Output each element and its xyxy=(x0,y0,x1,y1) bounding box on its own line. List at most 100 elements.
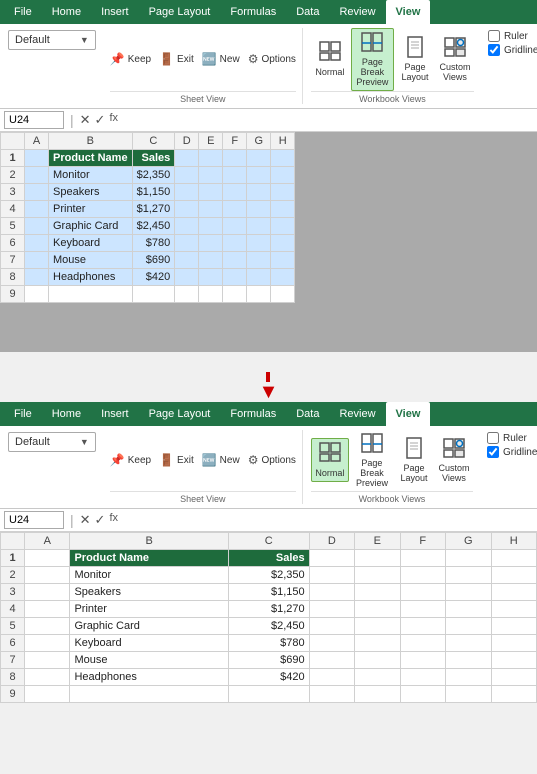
gridlines-checkbox[interactable] xyxy=(488,44,500,56)
bottom-row-6-b[interactable]: Keyboard xyxy=(70,634,228,651)
ruler-checkbox[interactable] xyxy=(488,30,500,42)
row-6-b[interactable]: Keyboard xyxy=(49,234,133,251)
bottom-tab-file[interactable]: File xyxy=(4,402,42,426)
bottom-sv-exit[interactable]: 🚪 Exit xyxy=(159,453,194,467)
bottom-sv-new[interactable]: 🆕 New xyxy=(202,453,240,467)
bottom-row-5-b[interactable]: Graphic Card xyxy=(70,617,228,634)
gridlines-checkbox-row[interactable]: Gridlines xyxy=(488,44,537,56)
row-4-f xyxy=(223,200,247,217)
bottom-row-5-h xyxy=(491,617,537,634)
ruler-checkbox-row[interactable]: Ruler xyxy=(488,30,537,42)
page-layout-view-btn[interactable]: PageLayout xyxy=(396,34,434,85)
sheet-view-dropdown[interactable]: Default ▼ xyxy=(8,30,96,50)
row-3-c[interactable]: $1,150 xyxy=(132,183,175,200)
custom-views-btn[interactable]: CustomViews xyxy=(436,34,474,85)
row-8-b[interactable]: Headphones xyxy=(49,268,133,285)
page-break-view-btn[interactable]: Page BreakPreview xyxy=(351,28,394,91)
bottom-gridlines-label: Gridlines xyxy=(503,447,537,458)
tab-view[interactable]: View xyxy=(386,0,431,24)
bottom-row-2-c[interactable]: $2,350 xyxy=(228,566,309,583)
row-6-c[interactable]: $780 xyxy=(132,234,175,251)
bottom-workbook-views-group: Normal Page BreakPreview xyxy=(311,430,473,504)
bottom-tab-view[interactable]: View xyxy=(386,402,431,426)
row-4-c[interactable]: $1,270 xyxy=(132,200,175,217)
sv-options[interactable]: ⚙ Options xyxy=(248,52,296,66)
row-5-b[interactable]: Graphic Card xyxy=(49,217,133,234)
bottom-row-1-b[interactable]: Product Name xyxy=(70,549,228,566)
row-2-b[interactable]: Monitor xyxy=(49,166,133,183)
top-formula-input[interactable] xyxy=(122,112,533,128)
row-7-b[interactable]: Mouse xyxy=(49,251,133,268)
tab-data[interactable]: Data xyxy=(286,0,329,24)
insert-function-icon[interactable]: fx xyxy=(109,112,118,128)
top-name-box[interactable] xyxy=(4,111,64,129)
bottom-row-8-b[interactable]: Headphones xyxy=(70,668,228,685)
bottom-gridlines-checkbox-row[interactable]: Gridlines xyxy=(487,446,537,458)
bottom-row-5-c[interactable]: $2,450 xyxy=(228,617,309,634)
bottom-confirm-formula-icon[interactable]: ✓ xyxy=(95,512,106,528)
bottom-cancel-formula-icon[interactable]: ✕ xyxy=(80,512,91,528)
tab-insert[interactable]: Insert xyxy=(91,0,139,24)
bottom-row-1-num: 1 xyxy=(1,549,25,566)
bottom-spreadsheet-area: A B C D E F G H 1 Product Name Sales xyxy=(0,532,537,703)
bottom-tab-data[interactable]: Data xyxy=(286,402,329,426)
row-4-b[interactable]: Printer xyxy=(49,200,133,217)
table-row: 3 Speakers $1,150 xyxy=(1,183,295,200)
col-f-header: F xyxy=(223,132,247,149)
confirm-formula-icon[interactable]: ✓ xyxy=(95,112,106,128)
bottom-row-3-c[interactable]: $1,150 xyxy=(228,583,309,600)
sv-new[interactable]: 🆕 New xyxy=(202,52,240,66)
bottom-row-7-b[interactable]: Mouse xyxy=(70,651,228,668)
bottom-dropdown-value: Default xyxy=(15,436,50,448)
bottom-row-1-c[interactable]: Sales xyxy=(228,549,309,566)
bottom-row-3-b[interactable]: Speakers xyxy=(70,583,228,600)
bottom-sv-options[interactable]: ⚙ Options xyxy=(248,453,296,467)
sv-keep[interactable]: 📌 Keep xyxy=(110,52,151,66)
bottom-row-7-c[interactable]: $690 xyxy=(228,651,309,668)
bottom-ruler-checkbox-row[interactable]: Ruler xyxy=(487,432,537,444)
bottom-custom-views-btn[interactable]: CustomViews xyxy=(435,435,473,486)
bottom-row-4-c[interactable]: $1,270 xyxy=(228,600,309,617)
cancel-formula-icon[interactable]: ✕ xyxy=(80,112,91,128)
row-8-c[interactable]: $420 xyxy=(132,268,175,285)
bottom-insert-function-icon[interactable]: fx xyxy=(109,512,118,528)
bottom-tab-home[interactable]: Home xyxy=(42,402,91,426)
tab-home[interactable]: Home xyxy=(42,0,91,24)
row-3-b[interactable]: Speakers xyxy=(49,183,133,200)
bottom-new-icon: 🆕 xyxy=(202,453,217,467)
bottom-normal-view-btn[interactable]: Normal xyxy=(311,438,349,482)
row-1-c[interactable]: Sales xyxy=(132,149,175,166)
bottom-row-4-b[interactable]: Printer xyxy=(70,600,228,617)
tab-formulas[interactable]: Formulas xyxy=(220,0,286,24)
bottom-tab-formulas[interactable]: Formulas xyxy=(220,402,286,426)
tab-file[interactable]: File xyxy=(4,0,42,24)
bottom-tab-insert[interactable]: Insert xyxy=(91,402,139,426)
bottom-tab-review[interactable]: Review xyxy=(329,402,385,426)
bottom-formula-input[interactable] xyxy=(122,512,533,528)
bottom-row-9-e xyxy=(355,685,400,702)
row-1-b[interactable]: Product Name xyxy=(49,149,133,166)
bottom-name-box[interactable] xyxy=(4,511,64,529)
bottom-row-2-b[interactable]: Monitor xyxy=(70,566,228,583)
tab-page-layout[interactable]: Page Layout xyxy=(139,0,221,24)
ribbon-tab-bar: File Home Insert Page Layout Formulas Da… xyxy=(0,0,537,24)
bottom-row-1-g xyxy=(446,549,491,566)
row-2-c[interactable]: $2,350 xyxy=(132,166,175,183)
bottom-page-layout-view-btn[interactable]: PageLayout xyxy=(395,435,433,486)
bottom-tab-page-layout[interactable]: Page Layout xyxy=(139,402,221,426)
bottom-row-8-c[interactable]: $420 xyxy=(228,668,309,685)
tab-review[interactable]: Review xyxy=(329,0,385,24)
bottom-sheet-view-dropdown[interactable]: Default ▼ xyxy=(8,432,96,452)
bottom-row-6-c[interactable]: $780 xyxy=(228,634,309,651)
bottom-row-7-h xyxy=(491,651,537,668)
formula-divider: | xyxy=(70,112,74,128)
bottom-gridlines-checkbox[interactable] xyxy=(487,446,499,458)
bottom-page-break-view-btn[interactable]: Page BreakPreview xyxy=(351,430,393,491)
bottom-sv-keep[interactable]: 📌 Keep xyxy=(110,453,151,467)
bottom-ruler-checkbox[interactable] xyxy=(487,432,499,444)
table-row: 5 Graphic Card $2,450 xyxy=(1,217,295,234)
sv-exit[interactable]: 🚪 Exit xyxy=(159,52,194,66)
normal-view-btn[interactable]: Normal xyxy=(311,38,349,80)
row-7-c[interactable]: $690 xyxy=(132,251,175,268)
row-5-c[interactable]: $2,450 xyxy=(132,217,175,234)
